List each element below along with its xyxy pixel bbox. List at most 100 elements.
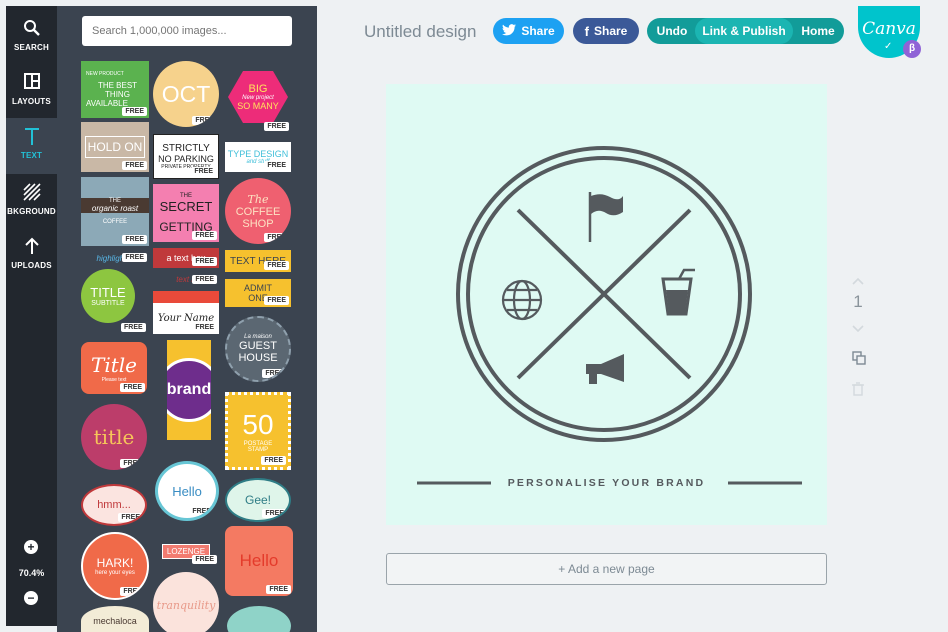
text-template[interactable]: STRICTLY NO PARKING PRIVATE PROPERTY FRE…	[153, 134, 219, 179]
undo-button[interactable]: Undo	[647, 18, 697, 44]
tile-text: The	[247, 192, 269, 206]
text-template[interactable]: THE organic roast COFFEE FREE	[81, 177, 149, 246]
free-badge: FREE	[121, 323, 146, 332]
facebook-icon: f	[584, 23, 589, 39]
text-template[interactable]: mechaloca	[81, 606, 149, 632]
text-template[interactable]: La maison GUEST HOUSE FREE	[225, 316, 291, 382]
free-badge: FREE	[191, 167, 216, 176]
free-badge: FREE	[261, 456, 286, 465]
add-page-button[interactable]: + Add a new page	[386, 553, 827, 585]
tile-text: title	[93, 425, 135, 449]
text-template[interactable]: TEXT HERE FREE	[225, 250, 291, 272]
tile-text: Title	[90, 353, 137, 377]
text-template[interactable]: Gee! FREE	[225, 478, 291, 522]
search-input[interactable]	[82, 16, 292, 46]
rail-search[interactable]: SEARCH	[6, 10, 57, 62]
text-template[interactable]: NEW PRODUCT THE BEST THING AVAILABLE FRE…	[81, 61, 149, 118]
text-template[interactable]: LOZENGE FREE	[153, 536, 219, 566]
megaphone-icon	[586, 354, 624, 384]
text-icon	[6, 127, 57, 151]
design-title[interactable]: Untitled design	[364, 22, 476, 42]
delete-page-icon[interactable]	[852, 382, 864, 399]
text-template[interactable]: a text box FREE	[153, 248, 219, 268]
slogan-text[interactable]: PERSONALISE YOUR BRAND	[386, 477, 827, 489]
text-template[interactable]: Hello FREE	[225, 526, 293, 596]
free-badge: FREE	[264, 261, 289, 270]
rail-text[interactable]: TEXT	[6, 118, 57, 174]
home-button[interactable]: Home	[793, 18, 843, 44]
free-badge: FREE	[120, 383, 145, 392]
text-template[interactable]: Hello FREE	[155, 461, 219, 521]
link-publish-button[interactable]: Link & Publish	[695, 18, 793, 44]
tile-text: OCT	[161, 80, 211, 107]
zoom-in-button[interactable]: +	[24, 540, 38, 554]
facebook-share-button[interactable]: f Share	[573, 18, 639, 44]
tile-text: 50	[242, 409, 274, 440]
text-template[interactable]: tranquility	[153, 572, 219, 632]
free-badge: FREE	[264, 233, 289, 242]
free-badge: FREE	[122, 235, 147, 244]
tile-text: brand	[167, 381, 211, 398]
tile-text: here your eyes	[95, 570, 135, 576]
logo-wordmark: Canva	[862, 19, 916, 39]
tile-text: ADMIT	[244, 283, 272, 293]
text-template[interactable]: hmm... FREE	[81, 484, 147, 526]
free-badge: FREE	[264, 161, 289, 170]
text-template[interactable]: OCT FREE	[153, 61, 219, 127]
free-badge: FREE	[192, 231, 217, 240]
tile-text: COFFEE	[235, 205, 281, 218]
layouts-icon	[6, 73, 57, 97]
rail-layouts[interactable]: LAYOUTS	[6, 64, 57, 116]
twitter-share-button[interactable]: Share	[493, 18, 564, 44]
rail-label: TEXT	[20, 151, 43, 160]
beta-badge: β	[903, 40, 921, 58]
text-panel: NEW PRODUCT THE BEST THING AVAILABLE FRE…	[57, 6, 317, 632]
rail-label: UPLOADS	[11, 261, 52, 270]
text-template[interactable]: title FREE	[81, 404, 147, 470]
text-template[interactable]: HELLO Your Name FREE	[153, 291, 219, 334]
tile-text: HELLO	[172, 292, 200, 301]
text-template[interactable]: TYPE DESIGN and stuff FREE	[225, 142, 291, 172]
free-badge: FREE	[189, 507, 214, 516]
text-template[interactable]: highlighter FREE	[81, 252, 149, 264]
free-badge: FREE	[192, 323, 217, 332]
text-template[interactable]: brand	[167, 340, 211, 440]
text-template[interactable]: Title Please text FREE	[81, 342, 147, 394]
tile-text: Hello	[172, 483, 202, 499]
rail-background[interactable]: BKGROUND	[6, 174, 57, 226]
move-page-down-icon[interactable]	[852, 322, 864, 336]
check-icon: ✓	[884, 41, 893, 52]
text-template[interactable]: HARK! here your eyes FREE	[81, 532, 149, 600]
design-canvas[interactable]: PERSONALISE YOUR BRAND	[386, 84, 827, 525]
tile-text: SUBTITLE	[91, 300, 125, 307]
text-template[interactable]: THE SECRET GETTING FREE	[153, 184, 219, 242]
move-page-up-icon[interactable]	[852, 274, 864, 288]
free-badge: FREE	[118, 513, 143, 522]
drink-icon	[661, 268, 695, 316]
action-button-group: Undo Link & Publish Home	[647, 18, 844, 44]
tile-text: organic roast	[81, 204, 149, 213]
tile-text: hmm...	[97, 499, 131, 511]
free-badge: FREE	[262, 509, 287, 518]
duplicate-page-icon[interactable]	[852, 351, 866, 368]
free-badge: FREE	[120, 587, 145, 596]
text-template[interactable]: ADMIT ONE FREE	[225, 279, 291, 307]
text-template[interactable]	[227, 606, 291, 632]
free-badge: FREE	[192, 275, 217, 284]
tile-text: GUEST	[239, 340, 277, 352]
text-template[interactable]: text b FREE	[153, 272, 219, 286]
zoom-level: 70.4%	[18, 568, 45, 578]
text-template[interactable]: BIG New project SO MANY FREE	[225, 61, 291, 133]
brand-badge-graphic	[417, 146, 802, 485]
text-template[interactable]: The COFFEE SHOP FREE	[225, 178, 291, 244]
canva-logo[interactable]: Canva ✓ β	[858, 6, 921, 58]
text-template[interactable]: HOLD ON FREE	[81, 122, 149, 172]
rail-uploads[interactable]: UPLOADS	[6, 228, 57, 280]
zoom-out-button[interactable]: −	[24, 591, 38, 605]
free-badge: FREE	[122, 107, 147, 116]
tile-text: SECRET	[159, 198, 213, 214]
search-icon	[6, 19, 57, 43]
text-template[interactable]: TITLE SUBTITLE	[81, 269, 135, 323]
facebook-share-label: Share	[593, 24, 628, 38]
text-template[interactable]: 50 POSTAGE STAMP FREE	[225, 392, 291, 470]
